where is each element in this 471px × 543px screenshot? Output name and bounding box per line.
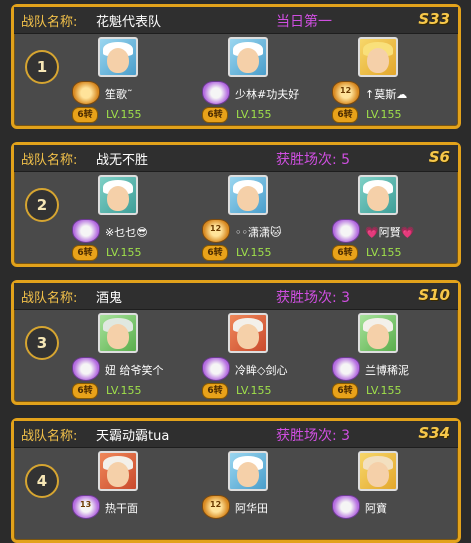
emblem-level: 12 (210, 500, 222, 509)
rank-emblem-icon (72, 219, 100, 243)
team-panel: 战队名称: 战无不胜 获胜场次: 5 S6 2 ※乜乜😎 6转 LV.155 1… (11, 142, 461, 267)
player-avatar[interactable] (228, 37, 268, 77)
rank-badge: 1 (25, 50, 59, 84)
team-panel: 战队名称: 花魁代表队 当日第一 S33 1 笙歌˜ 6转 LV.155 少林#… (11, 4, 461, 129)
rank-emblem-icon (202, 357, 230, 381)
player-name: ※乜乜😎 (105, 226, 148, 239)
rank-emblem-icon (202, 81, 230, 105)
rank-emblem-icon: 12 (202, 495, 230, 519)
player-avatar[interactable] (98, 175, 138, 215)
team-stat: 获胜场次: 3 (276, 290, 351, 306)
player-name: 热干面 (105, 502, 138, 515)
rank-emblem-icon (72, 357, 100, 381)
team-header: 战队名称: 酒鬼 获胜场次: 3 S10 (14, 283, 458, 310)
player-name: 💗阿賢💗 (365, 226, 415, 239)
emblem-level: 12 (340, 86, 352, 95)
player-avatar[interactable] (228, 313, 268, 353)
rank-emblem-icon: 12 (332, 81, 360, 105)
team-header: 战队名称: 天霸动霸tua 获胜场次: 3 S34 (14, 421, 458, 448)
player-avatar[interactable] (228, 451, 268, 491)
team-member[interactable]: 12 ↑莫斯☁ 6转 LV.155 (332, 37, 462, 127)
rebirth-badge: 6转 (72, 107, 98, 123)
player-name: 冷眸◇剑心 (235, 364, 288, 377)
rank-badge: 4 (25, 464, 59, 498)
team-member[interactable]: 12 阿华田 (202, 451, 332, 541)
player-name: ↑莫斯☁ (365, 88, 408, 101)
rebirth-badge: 6转 (202, 383, 228, 399)
team-member[interactable]: 13 热干面 (72, 451, 202, 541)
rebirth-badge: 6转 (332, 107, 358, 123)
player-name: 阿寶 (365, 502, 387, 515)
rank-emblem-icon: 13 (72, 495, 100, 519)
rank-emblem-icon (72, 81, 100, 105)
team-stat: 获胜场次: 3 (276, 428, 351, 444)
player-level: LV.155 (366, 246, 402, 259)
player-level: LV.155 (236, 384, 272, 397)
server-id: S10 (418, 286, 450, 304)
team-member[interactable]: 冷眸◇剑心 6转 LV.155 (202, 313, 332, 403)
player-level: LV.155 (236, 246, 272, 259)
player-avatar[interactable] (98, 313, 138, 353)
player-avatar[interactable] (228, 175, 268, 215)
team-name: 花魁代表队 (96, 15, 162, 30)
team-member[interactable]: ※乜乜😎 6转 LV.155 (72, 175, 202, 265)
team-member[interactable]: 💗阿賢💗 6转 LV.155 (332, 175, 462, 265)
player-name: 少林#功夫好 (235, 88, 300, 101)
player-name: ◦◦潇潇🐱 (235, 226, 282, 239)
player-avatar[interactable] (358, 451, 398, 491)
team-member[interactable]: 12 ◦◦潇潇🐱 6转 LV.155 (202, 175, 332, 265)
player-name: 笙歌˜ (105, 88, 133, 101)
rebirth-badge: 6转 (202, 245, 228, 261)
team-name-label: 战队名称: (21, 429, 78, 444)
team-member[interactable]: 阿寶 (332, 451, 462, 541)
rebirth-badge: 6转 (72, 383, 98, 399)
server-id: S6 (428, 148, 450, 166)
team-stat: 当日第一 (276, 14, 332, 30)
server-id: S34 (418, 424, 450, 442)
team-header: 战队名称: 花魁代表队 当日第一 S33 (14, 7, 458, 34)
player-level: LV.155 (366, 108, 402, 121)
team-member[interactable]: 妞 给爷笑个 6转 LV.155 (72, 313, 202, 403)
server-id: S33 (418, 10, 450, 28)
rebirth-badge: 6转 (72, 245, 98, 261)
rank-emblem-icon (332, 219, 360, 243)
team-member[interactable]: 兰博稀泥 6转 LV.155 (332, 313, 462, 403)
player-level: LV.155 (106, 108, 142, 121)
team-name: 战无不胜 (96, 153, 149, 168)
player-level: LV.155 (106, 246, 142, 259)
team-header: 战队名称: 战无不胜 获胜场次: 5 S6 (14, 145, 458, 172)
emblem-level: 13 (80, 500, 92, 509)
player-avatar[interactable] (358, 37, 398, 77)
team-name: 天霸动霸tua (96, 429, 170, 444)
team-name-label: 战队名称: (21, 153, 78, 168)
player-avatar[interactable] (98, 451, 138, 491)
player-avatar[interactable] (358, 175, 398, 215)
team-panel: 战队名称: 酒鬼 获胜场次: 3 S10 3 妞 给爷笑个 6转 LV.155 … (11, 280, 461, 405)
rebirth-badge: 6转 (332, 245, 358, 261)
team-stat: 获胜场次: 5 (276, 152, 351, 168)
rank-emblem-icon: 12 (202, 219, 230, 243)
team-member[interactable]: 笙歌˜ 6转 LV.155 (72, 37, 202, 127)
player-level: LV.155 (106, 384, 142, 397)
rebirth-badge: 6转 (332, 383, 358, 399)
player-name: 阿华田 (235, 502, 268, 515)
player-avatar[interactable] (358, 313, 398, 353)
team-name: 酒鬼 (96, 291, 123, 306)
player-avatar[interactable] (98, 37, 138, 77)
team-member[interactable]: 少林#功夫好 6转 LV.155 (202, 37, 332, 127)
player-name: 兰博稀泥 (365, 364, 409, 377)
player-level: LV.155 (236, 108, 272, 121)
rank-emblem-icon (332, 357, 360, 381)
team-name-label: 战队名称: (21, 15, 78, 30)
rank-badge: 2 (25, 188, 59, 222)
emblem-level: 12 (210, 224, 222, 233)
rebirth-badge: 6转 (202, 107, 228, 123)
team-panel: 战队名称: 天霸动霸tua 获胜场次: 3 S34 4 13 热干面 12 阿华… (11, 418, 461, 543)
team-name-label: 战队名称: (21, 291, 78, 306)
player-level: LV.155 (366, 384, 402, 397)
player-name: 妞 给爷笑个 (105, 364, 164, 377)
rank-badge: 3 (25, 326, 59, 360)
rank-emblem-icon (332, 495, 360, 519)
